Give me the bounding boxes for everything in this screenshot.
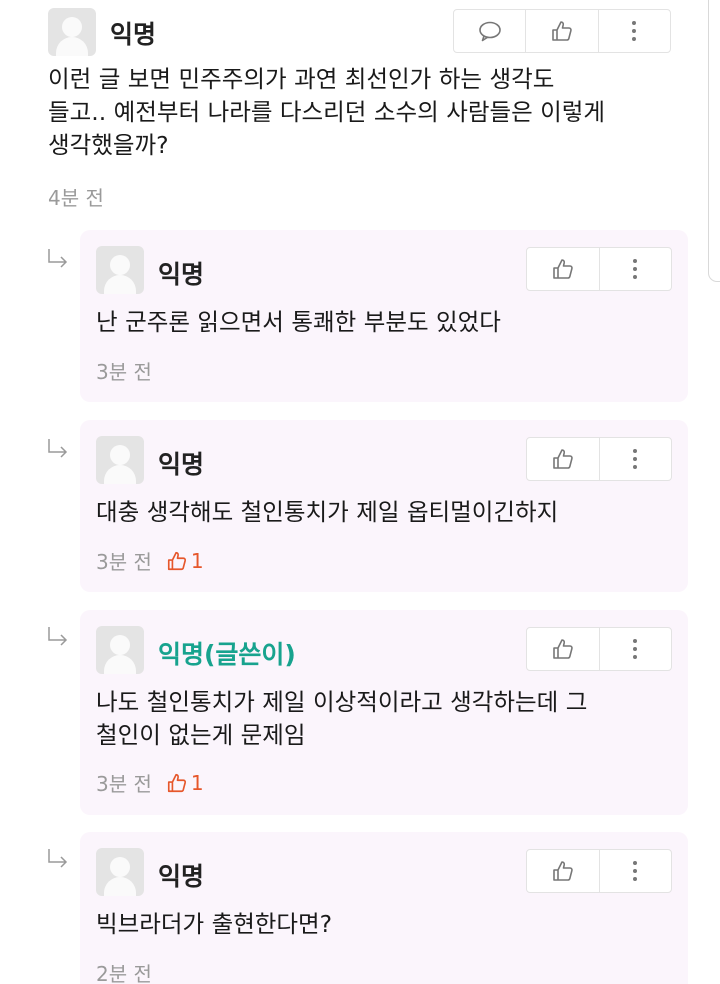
comment-actions xyxy=(453,9,671,53)
reply-actions xyxy=(526,849,672,893)
more-icon xyxy=(632,21,637,41)
comment: 익명 이런 글 보면 민주주의가 과연 최선인가 하는 생각도 들고.. 예전부… xyxy=(0,0,720,220)
like-button[interactable] xyxy=(527,628,599,670)
reply-actions xyxy=(526,247,672,291)
thumbs-up-icon xyxy=(552,259,573,279)
thumbs-up-icon xyxy=(552,639,573,659)
thumbs-up-icon xyxy=(552,449,573,469)
like-count: 1 xyxy=(166,771,204,795)
thumbs-up-icon xyxy=(167,551,186,570)
avatar xyxy=(96,246,144,294)
like-button[interactable] xyxy=(525,10,597,52)
reply-text: 대충 생각해도 철인통치가 제일 옵티멀이긴하지 xyxy=(96,498,559,526)
thumbs-up-icon xyxy=(552,861,573,881)
comment-icon xyxy=(478,21,501,42)
avatar xyxy=(96,436,144,484)
reply-meta: 3분 전 1 xyxy=(96,768,204,797)
more-icon xyxy=(633,639,638,659)
reply-comment: 익명 대충 생각해도 철인통치가 제일 옵티멀이긴하지 3분 전 1 xyxy=(80,420,688,592)
more-button[interactable] xyxy=(597,10,670,52)
more-icon xyxy=(633,259,638,279)
reply-arrow-icon xyxy=(48,849,68,868)
avatar xyxy=(96,848,144,896)
reply-actions xyxy=(526,627,672,671)
like-button[interactable] xyxy=(527,438,599,480)
more-button[interactable] xyxy=(598,850,672,892)
more-button[interactable] xyxy=(598,438,672,480)
comment-time: 4분 전 xyxy=(48,186,104,210)
reply-time: 3분 전 xyxy=(96,772,152,796)
comment-text: 이런 글 보면 민주주의가 과연 최선인가 하는 생각도 들고.. 예전부터 나… xyxy=(48,65,606,159)
more-icon xyxy=(633,449,638,469)
reply-author: 익명 xyxy=(158,450,205,479)
like-button[interactable] xyxy=(527,248,599,290)
reply-text: 빅브라더가 출현한다면? xyxy=(96,910,333,938)
like-count: 1 xyxy=(166,549,204,573)
like-button[interactable] xyxy=(527,850,599,892)
reply-author: 익명 xyxy=(158,260,205,289)
reply-time: 3분 전 xyxy=(96,360,152,384)
avatar xyxy=(48,8,96,56)
reply-text: 난 군주론 읽으면서 통쾌한 부분도 있었다 xyxy=(96,308,501,336)
avatar xyxy=(96,626,144,674)
reply-comment: 익명 빅브라더가 출현한다면? 2분 전 xyxy=(80,832,688,984)
reply-meta: 3분 전 1 xyxy=(96,546,204,575)
reply-text: 나도 철인통치가 제일 이상적이라고 생각하는데 그 철인이 없는게 문제임 xyxy=(96,688,588,749)
reply-comment: 익명(글쓴이) 나도 철인통치가 제일 이상적이라고 생각하는데 그 철인이 없… xyxy=(80,610,688,815)
reply-author: 익명 xyxy=(158,862,205,891)
thumbs-up-icon xyxy=(552,21,572,41)
reply-time: 3분 전 xyxy=(96,550,152,574)
reply-actions xyxy=(526,437,672,481)
reply-comment: 익명 난 군주론 읽으면서 통쾌한 부분도 있었다 3분 전 xyxy=(80,230,688,402)
reply-arrow-icon xyxy=(48,439,68,458)
thumbs-up-icon xyxy=(167,773,186,792)
comment-author: 익명 xyxy=(110,20,157,49)
reply-button[interactable] xyxy=(454,10,525,52)
more-button[interactable] xyxy=(598,248,672,290)
more-icon xyxy=(633,861,638,881)
reply-time: 2분 전 xyxy=(96,962,152,984)
reply-arrow-icon xyxy=(48,249,68,268)
reply-arrow-icon xyxy=(48,627,68,646)
more-button[interactable] xyxy=(598,628,672,670)
reply-author-op: 익명(글쓴이) xyxy=(158,640,296,669)
